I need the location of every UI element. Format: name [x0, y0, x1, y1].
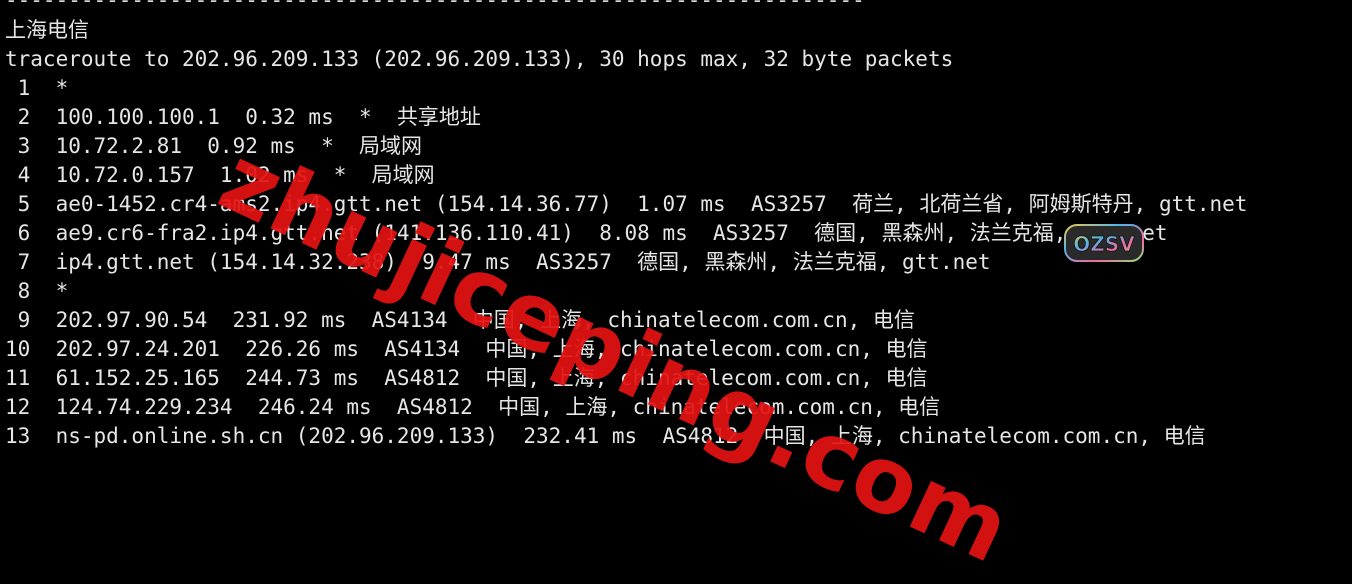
hop-line: 11 61.152.25.165 244.73 ms AS4812 中国, 上海… [5, 366, 928, 390]
hop-line: 4 10.72.0.157 1.02 ms * 局域网 [5, 163, 435, 187]
route-title: 上海电信 [5, 18, 89, 42]
hop-line: 3 10.72.2.81 0.92 ms * 局域网 [5, 134, 423, 158]
terminal-window: ----------------------------------------… [0, 0, 1352, 464]
hop-line: 2 100.100.100.1 0.32 ms * 共享地址 [5, 105, 481, 129]
hop-line: 5 ae0-1452.cr4-ams2.ip4.gtt.net (154.14.… [5, 192, 1248, 216]
hop-line: 9 202.97.90.54 231.92 ms AS4134 中国, 上海, … [5, 308, 915, 332]
separator-line: ----------------------------------------… [5, 0, 865, 12]
hop-line: 7 ip4.gtt.net (154.14.32.238) 9.47 ms AS… [5, 250, 991, 274]
hop-line: 12 124.74.229.234 246.24 ms AS4812 中国, 上… [5, 395, 941, 419]
hop-line: 1 * [5, 76, 69, 100]
traceroute-header: traceroute to 202.96.209.133 (202.96.209… [5, 47, 954, 71]
hop-line: 10 202.97.24.201 226.26 ms AS4134 中国, 上海… [5, 337, 928, 361]
hop-line: 6 ae9.cr6-fra2.ip4.gtt.net (141.136.110.… [5, 221, 1168, 245]
hop-line: 8 * [5, 279, 69, 303]
hop-line: 13 ns-pd.online.sh.cn (202.96.209.133) 2… [5, 424, 1206, 448]
